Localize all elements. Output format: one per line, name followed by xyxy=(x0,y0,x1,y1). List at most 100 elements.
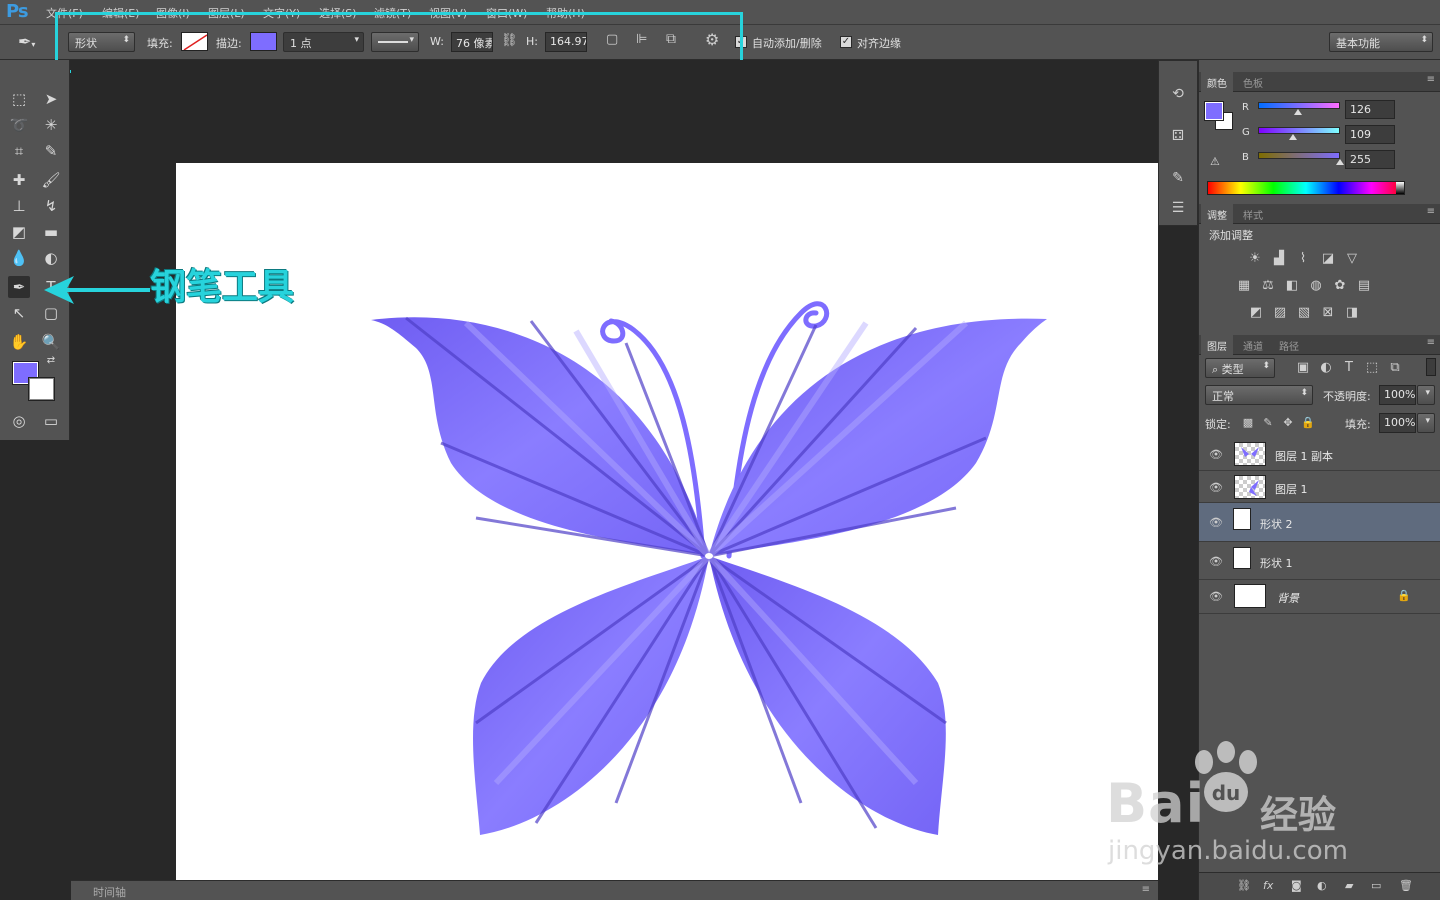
lock-image-icon[interactable]: ✎ xyxy=(1259,415,1277,431)
fill-opacity-dropdown[interactable]: ▾ xyxy=(1417,413,1435,433)
adjustment-layer-icon[interactable]: ◐ xyxy=(1317,879,1327,892)
tab-channels[interactable]: 通道 xyxy=(1237,335,1269,355)
filter-pixel-icon[interactable]: ▣ xyxy=(1294,360,1312,376)
layer-row[interactable]: 👁 图层 1 副本 xyxy=(1199,438,1440,471)
tab-color[interactable]: 颜色 xyxy=(1201,72,1233,92)
eye-icon[interactable]: 👁 xyxy=(1209,516,1223,529)
layer-row[interactable]: 👁 形状 1 xyxy=(1199,542,1440,580)
selective-color-icon[interactable]: ⊠ xyxy=(1319,305,1337,321)
lock-transparent-icon[interactable]: ▩ xyxy=(1239,415,1257,431)
crop-tool-icon[interactable]: ⌗ xyxy=(8,140,30,162)
dodge-tool-icon[interactable]: ◐ xyxy=(40,247,62,269)
vibrance-icon[interactable]: ▽ xyxy=(1343,251,1361,267)
color-spectrum-bar[interactable] xyxy=(1207,181,1405,195)
eyedropper-tool-icon[interactable]: ✎ xyxy=(40,140,62,162)
color-lookup-icon[interactable]: ▤ xyxy=(1355,278,1373,294)
pen-tool-icon[interactable]: ✒ xyxy=(8,276,30,298)
invert-icon[interactable]: ◩ xyxy=(1247,305,1265,321)
eye-icon[interactable]: 👁 xyxy=(1209,448,1223,461)
filter-type-icon[interactable]: T xyxy=(1340,360,1358,376)
brightness-icon[interactable]: ☀ xyxy=(1246,251,1264,267)
fill-opacity-field[interactable]: 100% xyxy=(1379,413,1416,433)
exposure-icon[interactable]: ◪ xyxy=(1319,251,1337,267)
opacity-field[interactable]: 100% xyxy=(1379,385,1416,405)
background-color-swatch[interactable] xyxy=(28,377,55,401)
timeline-tab[interactable]: 时间轴 xyxy=(93,884,126,900)
color-foreground-swatch[interactable] xyxy=(1204,101,1224,121)
posterize-icon[interactable]: ▨ xyxy=(1271,305,1289,321)
tab-swatches[interactable]: 色板 xyxy=(1237,72,1269,92)
gradient-map-icon[interactable]: ◨ xyxy=(1343,305,1361,321)
filter-adjustment-icon[interactable]: ◐ xyxy=(1317,360,1335,376)
history-brush-tool-icon[interactable]: ↯ xyxy=(40,195,62,217)
layers-panel-menu-icon[interactable]: ≡ xyxy=(1427,337,1435,348)
swap-colors-icon[interactable]: ⇄ xyxy=(40,354,62,368)
filter-toggle[interactable] xyxy=(1426,358,1436,376)
magic-wand-tool-icon[interactable]: ✳ xyxy=(40,114,62,136)
layer-row[interactable]: 👁 背景 🔒 xyxy=(1199,580,1440,614)
delete-layer-icon[interactable]: 🗑 xyxy=(1399,879,1413,892)
blend-mode-select[interactable]: 正常 ⬍ xyxy=(1205,385,1313,405)
lock-position-icon[interactable]: ✥ xyxy=(1279,415,1297,431)
character-panel-icon[interactable]: ☰ xyxy=(1167,197,1189,219)
layer-row[interactable]: 👁 图层 1 xyxy=(1199,471,1440,503)
fx-icon[interactable]: fx xyxy=(1263,879,1273,892)
lasso-tool-icon[interactable]: ➰ xyxy=(8,114,30,136)
align-edges-checkbox[interactable]: ✓ xyxy=(840,36,852,48)
g-slider[interactable] xyxy=(1258,127,1340,134)
pen-tool-preset-icon[interactable]: ✒▾ xyxy=(18,31,48,53)
g-slider-thumb[interactable] xyxy=(1289,134,1298,140)
g-value-field[interactable]: 109 xyxy=(1345,125,1395,144)
add-mask-icon[interactable]: ◙ xyxy=(1291,879,1302,892)
move-tool-icon[interactable]: ➤ xyxy=(40,88,62,110)
brush-panel-icon[interactable]: ✎ xyxy=(1167,167,1189,189)
levels-icon[interactable]: ▟ xyxy=(1270,251,1288,267)
healing-brush-tool-icon[interactable]: ✚ xyxy=(8,169,30,191)
new-group-icon[interactable]: ▰ xyxy=(1345,879,1353,892)
color-panel-menu-icon[interactable]: ≡ xyxy=(1427,74,1435,85)
eye-icon[interactable]: 👁 xyxy=(1209,590,1223,603)
workspace-select[interactable]: 基本功能 ⬍ xyxy=(1329,32,1433,52)
r-slider-thumb[interactable] xyxy=(1294,109,1303,115)
tab-layers[interactable]: 图层 xyxy=(1201,335,1233,355)
tab-styles[interactable]: 样式 xyxy=(1237,204,1269,224)
screen-mode-icon[interactable]: ▭ xyxy=(40,410,62,432)
tab-paths[interactable]: 路径 xyxy=(1273,335,1305,355)
r-slider[interactable] xyxy=(1258,102,1340,109)
adjust-panel-menu-icon[interactable]: ≡ xyxy=(1427,206,1435,217)
photo-filter-icon[interactable]: ◍ xyxy=(1307,278,1325,294)
b-slider[interactable] xyxy=(1258,152,1340,159)
eye-icon[interactable]: 👁 xyxy=(1209,555,1223,568)
hue-saturation-icon[interactable]: ▦ xyxy=(1235,278,1253,294)
new-layer-icon[interactable]: ▭ xyxy=(1371,879,1381,892)
r-value-field[interactable]: 126 xyxy=(1345,100,1395,119)
lock-all-icon[interactable]: 🔒 xyxy=(1299,415,1317,431)
color-balance-icon[interactable]: ⚖ xyxy=(1259,278,1277,294)
filter-shape-icon[interactable]: ⬚ xyxy=(1363,360,1381,376)
b-value-field[interactable]: 255 xyxy=(1345,150,1395,169)
history-panel-icon[interactable]: ⟲ xyxy=(1167,83,1189,105)
clone-stamp-tool-icon[interactable]: ⊥ xyxy=(8,195,30,217)
curves-icon[interactable]: ⌇ xyxy=(1294,251,1312,267)
threshold-icon[interactable]: ▧ xyxy=(1295,305,1313,321)
eraser-tool-icon[interactable]: ◩ xyxy=(8,221,30,243)
hand-tool-icon[interactable]: ✋ xyxy=(8,331,30,353)
layer-row-selected[interactable]: 👁 形状 2 xyxy=(1199,503,1440,542)
brush-tool-icon[interactable]: 🖌 xyxy=(40,169,62,191)
opacity-dropdown[interactable]: ▾ xyxy=(1417,385,1435,405)
document-canvas[interactable] xyxy=(176,163,1158,881)
marquee-tool-icon[interactable]: ⬚ xyxy=(8,88,30,110)
timeline-menu-icon[interactable]: ≡ xyxy=(1142,884,1150,895)
path-selection-tool-icon[interactable]: ↖ xyxy=(8,302,30,324)
eye-icon[interactable]: 👁 xyxy=(1209,481,1223,494)
gradient-tool-icon[interactable]: ▬ xyxy=(40,221,62,243)
filter-smart-object-icon[interactable]: ⧉ xyxy=(1386,360,1404,376)
link-layers-icon[interactable]: ⛓ xyxy=(1237,879,1251,892)
black-white-icon[interactable]: ◧ xyxy=(1283,278,1301,294)
quick-mask-icon[interactable]: ◎ xyxy=(8,410,30,432)
layer-filter-select[interactable]: ⌕ 类型 ⬍ xyxy=(1205,358,1275,378)
properties-panel-icon[interactable]: ⚃ xyxy=(1167,125,1189,147)
blur-tool-icon[interactable]: 💧 xyxy=(8,247,30,269)
b-slider-thumb[interactable] xyxy=(1336,159,1344,165)
zoom-tool-icon[interactable]: 🔍 xyxy=(40,331,62,353)
